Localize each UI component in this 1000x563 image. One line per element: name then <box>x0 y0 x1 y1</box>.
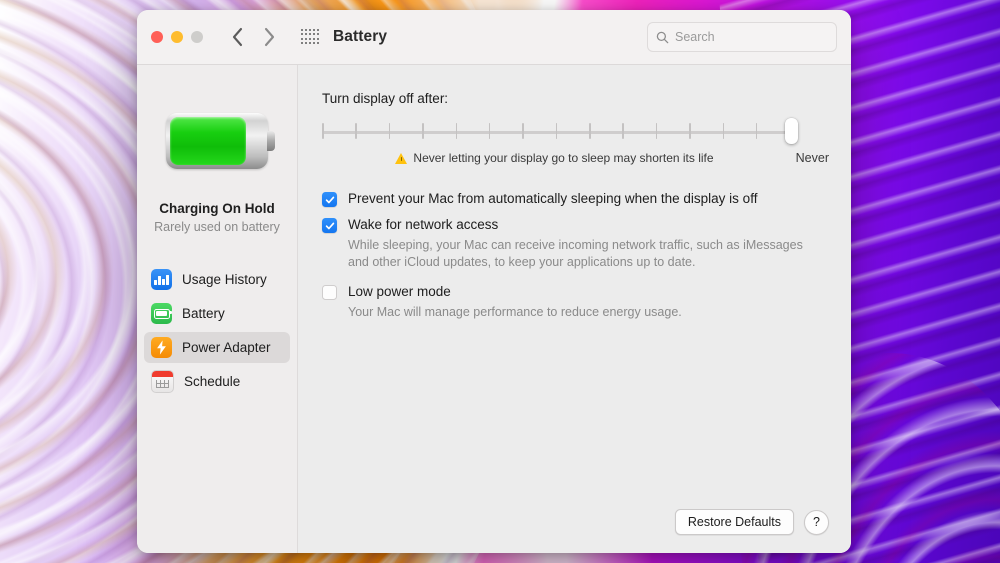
battery-substatus-text: Rarely used on battery <box>154 220 280 234</box>
slider-value-label: Never <box>795 151 829 165</box>
page-title: Battery <box>333 28 388 45</box>
option-label: Wake for network access <box>348 217 499 232</box>
window-body: Charging On Hold Rarely used on battery … <box>137 65 851 553</box>
option-description: While sleeping, your Mac can receive inc… <box>348 238 803 269</box>
warning-text: Never letting your display go to sleep m… <box>413 151 714 165</box>
checkbox-wake-network[interactable] <box>322 218 337 233</box>
minimize-button[interactable] <box>171 31 183 43</box>
option-label: Low power mode <box>348 284 451 299</box>
content-pane: Turn display off after: Never letting yo… <box>298 65 851 553</box>
sidebar-nav-list: Usage History Battery Power Adapter Sche… <box>137 264 297 400</box>
system-preferences-window: Battery Search Charging On Hold Rarely u… <box>137 10 851 553</box>
display-sleep-slider[interactable] <box>322 118 829 146</box>
restore-defaults-button[interactable]: Restore Defaults <box>674 509 794 535</box>
option-description: Your Mac will manage performance to redu… <box>348 305 682 319</box>
usage-history-icon <box>151 269 172 290</box>
battery-full-icon <box>166 113 275 169</box>
option-prevent-sleep[interactable]: Prevent your Mac from automatically slee… <box>322 191 829 207</box>
battery-graphic <box>137 93 297 189</box>
sidebar-item-label: Battery <box>182 306 225 321</box>
checkbox-prevent-sleep[interactable] <box>322 192 337 207</box>
checkbox-low-power[interactable] <box>322 285 337 300</box>
slider-ticks <box>322 123 791 141</box>
battery-cap <box>267 131 275 151</box>
option-wake-network[interactable]: Wake for network access <box>322 217 829 233</box>
help-button[interactable]: ? <box>804 509 829 535</box>
sidebar-item-label: Power Adapter <box>182 340 271 355</box>
schedule-icon <box>151 370 174 393</box>
display-off-label: Turn display off after: <box>322 91 449 106</box>
search-icon <box>656 31 669 44</box>
desktop: Battery Search Charging On Hold Rarely u… <box>0 0 1000 563</box>
battery-fill <box>170 117 246 165</box>
sidebar-item-usage-history[interactable]: Usage History <box>144 264 290 295</box>
search-field[interactable]: Search <box>647 22 837 52</box>
sidebar-item-label: Schedule <box>184 374 241 389</box>
sidebar-item-power-adapter[interactable]: Power Adapter <box>144 332 290 363</box>
close-button[interactable] <box>151 31 163 43</box>
option-low-power[interactable]: Low power mode <box>322 284 829 300</box>
sidebar: Charging On Hold Rarely used on battery … <box>137 65 298 553</box>
sidebar-item-schedule[interactable]: Schedule <box>144 366 290 397</box>
slider-warning: Never letting your display go to sleep m… <box>395 151 755 165</box>
sidebar-item-label: Usage History <box>182 272 267 287</box>
option-label: Prevent your Mac from automatically slee… <box>348 191 758 206</box>
window-toolbar: Battery Search <box>137 10 851 65</box>
slider-thumb[interactable] <box>784 118 798 144</box>
battery-status-text: Charging On Hold <box>159 201 275 216</box>
forward-button[interactable] <box>257 24 281 50</box>
warning-triangle-icon <box>395 152 408 164</box>
slider-footer: Never letting your display go to sleep m… <box>322 151 829 171</box>
battery-icon <box>151 303 172 324</box>
sidebar-item-battery[interactable]: Battery <box>144 298 290 329</box>
search-placeholder: Search <box>675 30 715 44</box>
apps-grid-icon[interactable] <box>301 29 319 45</box>
power-adapter-icon <box>151 337 172 358</box>
zoom-button[interactable] <box>191 31 203 43</box>
traffic-lights <box>151 31 203 43</box>
footer-actions: Restore Defaults ? <box>674 509 829 535</box>
options-list: Prevent your Mac from automatically slee… <box>322 191 829 321</box>
back-button[interactable] <box>225 24 249 50</box>
